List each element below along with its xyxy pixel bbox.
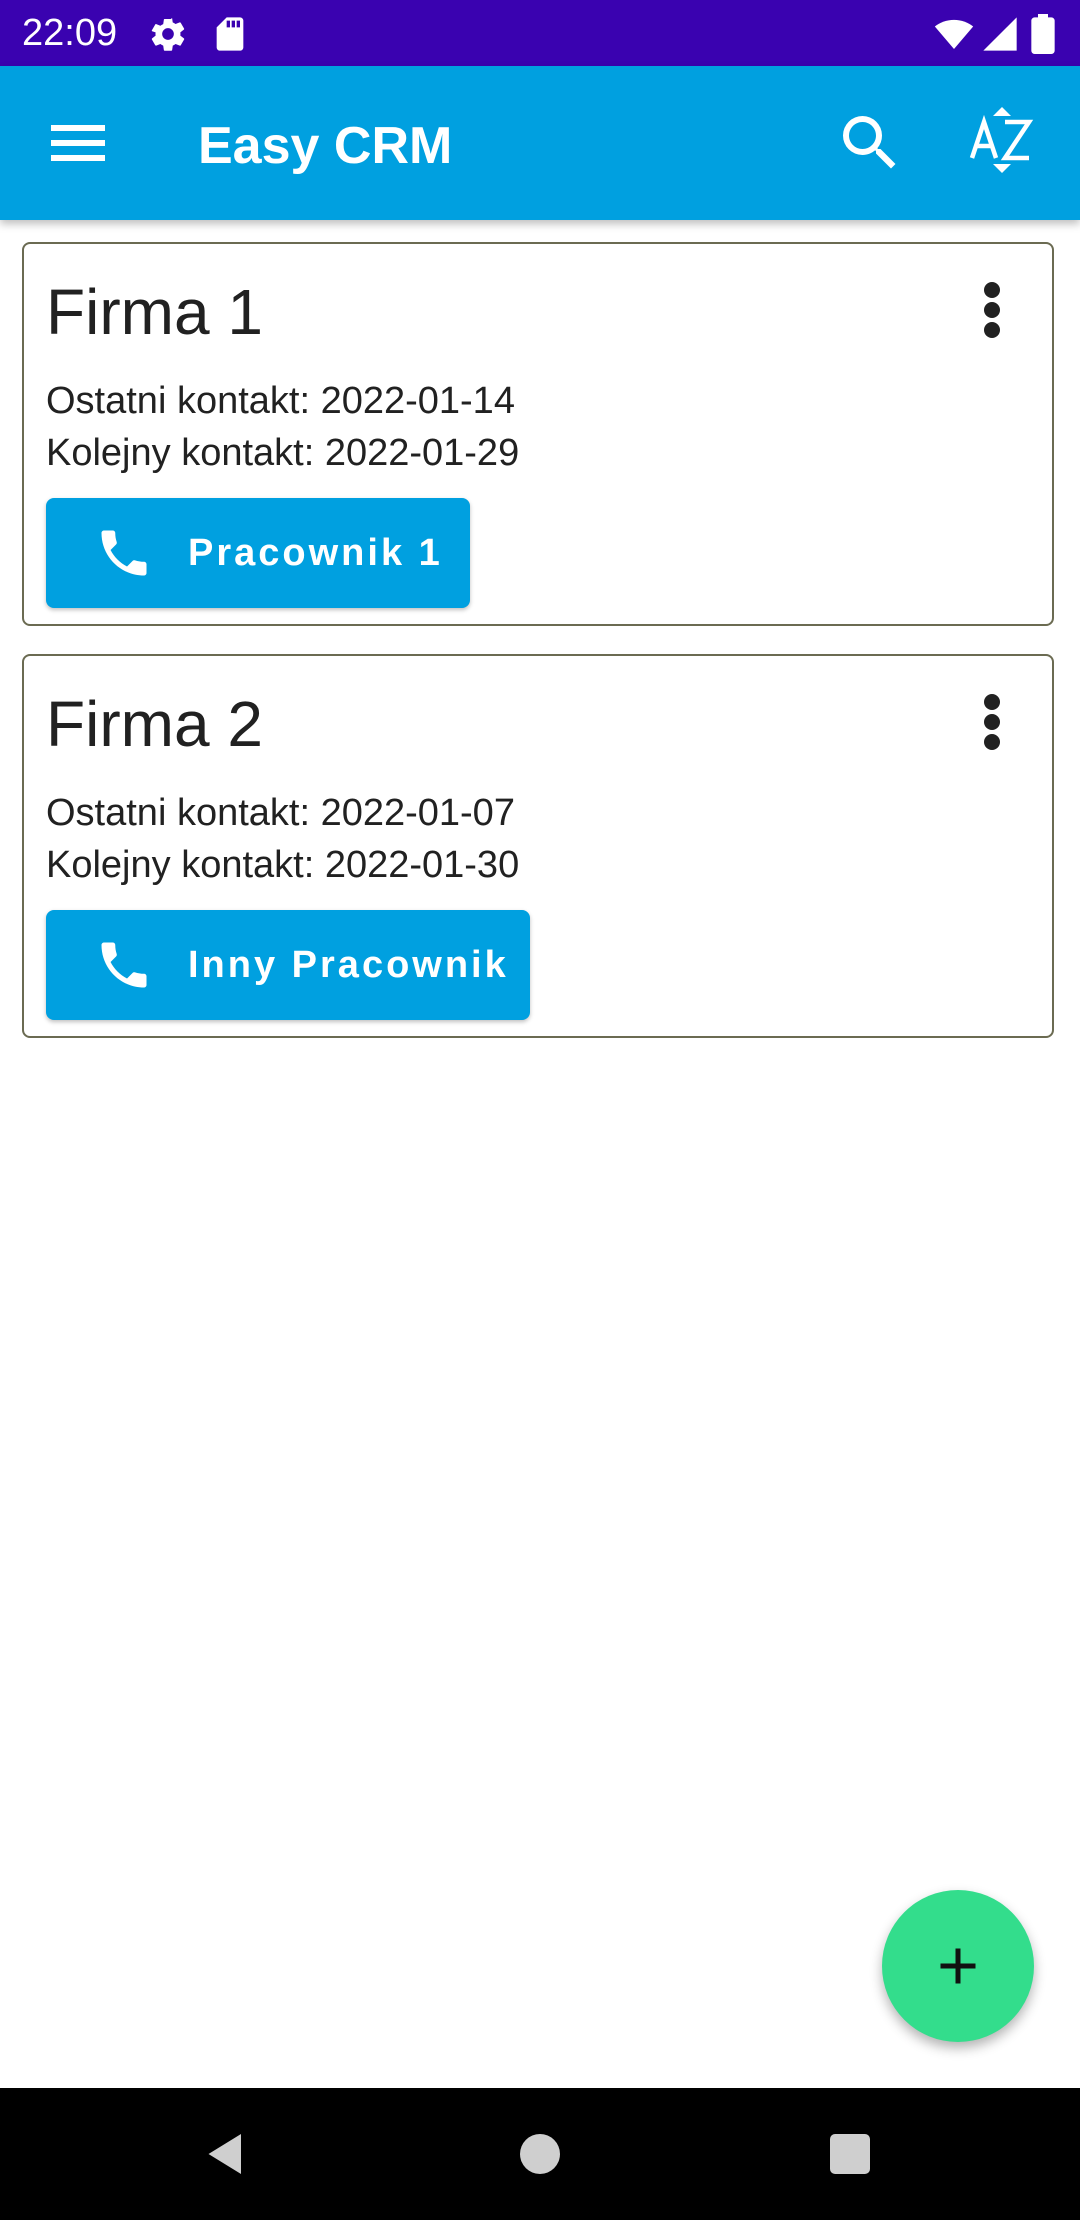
sd-card-icon: [210, 14, 250, 54]
recents-icon[interactable]: [820, 2124, 880, 2184]
add-company-button[interactable]: [882, 1890, 1034, 2042]
company-card[interactable]: Firma 1 Ostatni kontakt: 2022-01-14 Kole…: [22, 242, 1054, 626]
sort-az-icon[interactable]: [966, 107, 1038, 179]
last-contact: Ostatni kontakt: 2022-01-14: [46, 380, 515, 422]
search-icon[interactable]: [834, 107, 906, 179]
settings-icon: [148, 14, 188, 54]
status-time: 22:09: [22, 12, 118, 54]
back-icon[interactable]: [196, 2124, 256, 2184]
app-title: Easy CRM: [198, 117, 453, 175]
more-vert-icon[interactable]: [972, 692, 1012, 752]
company-card[interactable]: Firma 2 Ostatni kontakt: 2022-01-07 Kole…: [22, 654, 1054, 1038]
signal-icon: [980, 14, 1020, 54]
navigation-bar: [0, 2088, 1080, 2220]
company-name: Firma 2: [46, 688, 263, 760]
wifi-icon: [934, 14, 974, 54]
next-contact: Kolejny kontakt: 2022-01-30: [46, 844, 520, 886]
phone-icon: [94, 523, 154, 583]
home-icon[interactable]: [510, 2124, 570, 2184]
call-contact-button[interactable]: Inny Pracownik: [46, 910, 530, 1020]
battery-icon: [1028, 14, 1058, 54]
more-vert-icon[interactable]: [972, 280, 1012, 340]
call-button-label: Pracownik 1: [188, 531, 443, 574]
menu-icon[interactable]: [42, 107, 114, 179]
next-contact: Kolejny kontakt: 2022-01-29: [46, 432, 520, 474]
phone-icon: [94, 935, 154, 995]
call-button-label: Inny Pracownik: [188, 943, 509, 986]
app-bar: Easy CRM: [0, 66, 1080, 220]
plus-icon: [940, 1948, 976, 1984]
last-contact: Ostatni kontakt: 2022-01-07: [46, 792, 515, 834]
call-contact-button[interactable]: Pracownik 1: [46, 498, 470, 608]
company-name: Firma 1: [46, 276, 263, 348]
status-bar: 22:09: [0, 0, 1080, 66]
